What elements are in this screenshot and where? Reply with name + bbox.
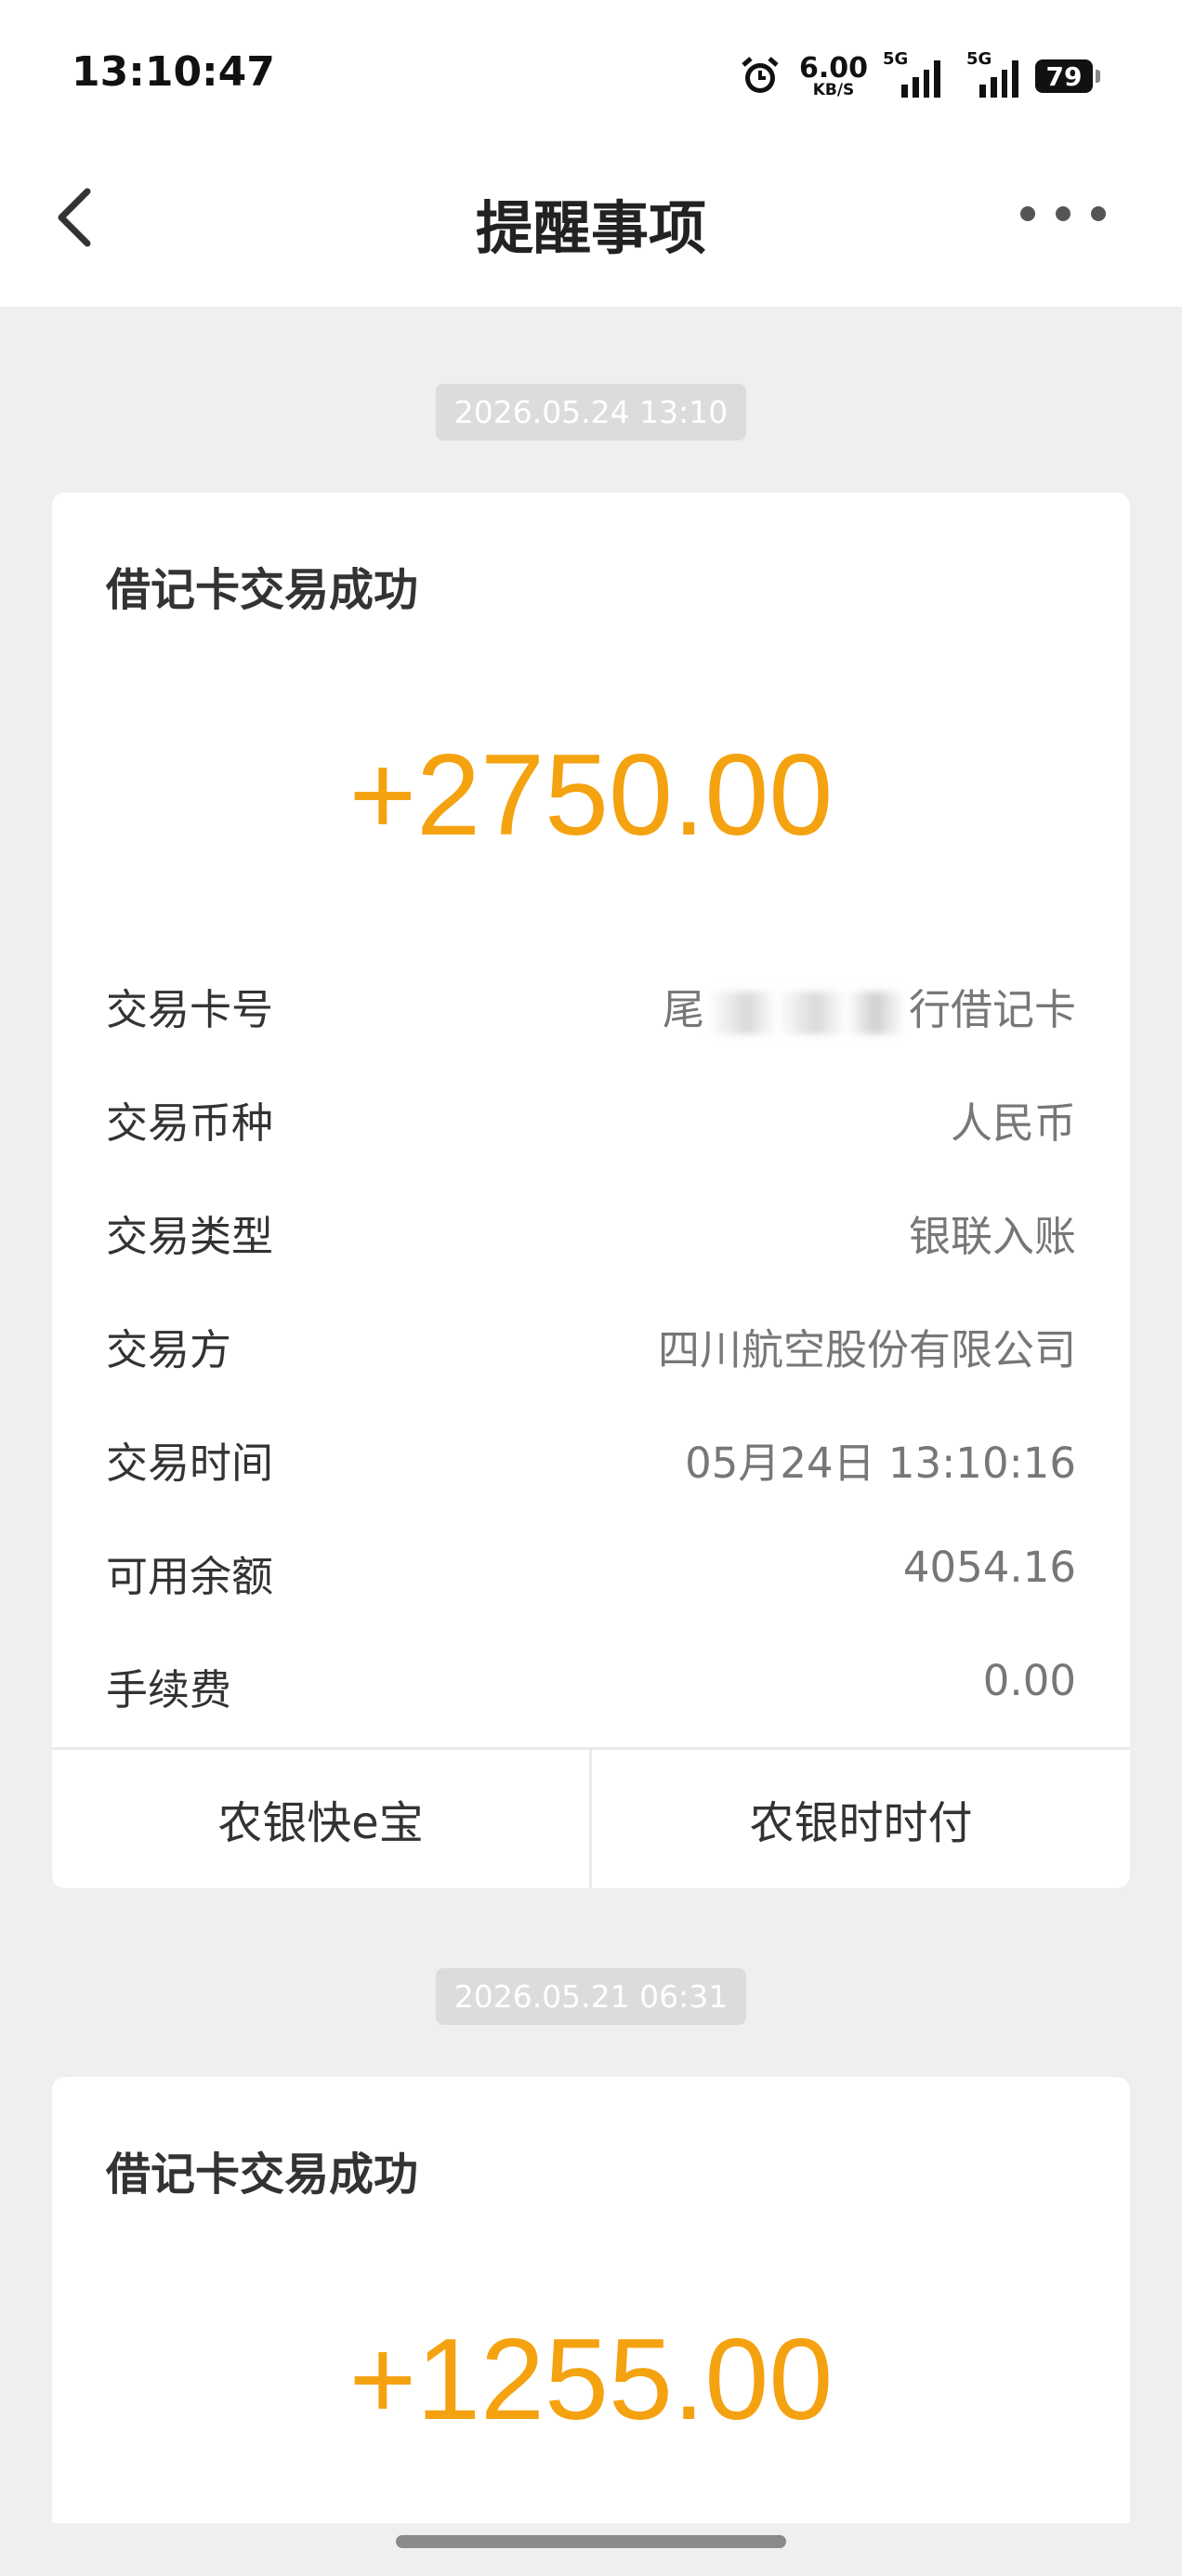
alarm-icon	[742, 57, 779, 93]
signal-icon-sim2: 5G	[957, 49, 1018, 98]
transaction-card: 借记卡交易成功 +2750.00 交易卡号 尾行借记卡 交易币种 人民币 交易类…	[52, 493, 1130, 1888]
detail-row-type: 交易类型 银联入账	[106, 1212, 1076, 1261]
more-options-icon[interactable]	[1020, 206, 1106, 221]
signal-icon-sim1: 5G	[883, 49, 940, 98]
message-timestamp: 2026.05.21 06:31	[0, 1968, 1182, 2025]
kuai-e-bao-button[interactable]: 农银快e宝	[52, 1749, 589, 1888]
message-timestamp: 2026.05.24 13:10	[0, 384, 1182, 440]
shishifu-button[interactable]: 农银时时付	[592, 1749, 1130, 1888]
card-title: 借记卡交易成功	[106, 564, 419, 616]
transaction-amount: +2750.00	[348, 731, 834, 860]
detail-row-counterparty: 交易方 四川航空股份有限公司	[106, 1325, 1076, 1374]
page-title: 提醒事项	[475, 194, 706, 262]
home-indicator[interactable]	[396, 2535, 786, 2548]
battery-icon: 79	[1035, 59, 1100, 93]
detail-row-balance: 可用余额 4054.16	[106, 1543, 1076, 1601]
detail-row-fee: 手续费 0.00	[106, 1656, 1076, 1715]
detail-row-time: 交易时间 05月24日 13:10:16	[106, 1439, 1076, 1488]
status-icons: 6.00 KB/S 5G 5G 79	[738, 48, 1100, 104]
detail-row-card-number: 交易卡号 尾行借记卡	[106, 985, 1076, 1034]
masked-card-number	[707, 992, 905, 1034]
detail-row-currency: 交易币种 人民币	[106, 1098, 1076, 1148]
card-title: 借记卡交易成功	[106, 2149, 419, 2201]
transaction-amount: +1255.00	[348, 2316, 834, 2444]
status-bar: 13:10:47 6.00 KB/S 5G 5G 79	[0, 0, 1182, 153]
status-time: 13:10:47	[72, 48, 275, 96]
net-speed: 6.00 KB/S	[798, 51, 868, 99]
transaction-card: 借记卡交易成功 +1255.00	[52, 2077, 1130, 2523]
